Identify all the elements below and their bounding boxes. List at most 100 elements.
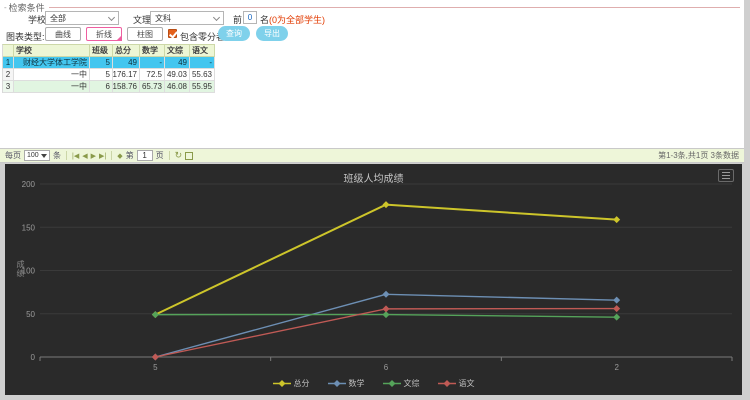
chart-panel: 050100150200562 班级人均成绩 成绩 总分数学文综语文	[5, 164, 742, 395]
y-axis-title: 成绩	[15, 260, 26, 278]
svg-text:50: 50	[26, 310, 35, 319]
svg-text:0: 0	[31, 353, 36, 362]
pager-separator	[169, 151, 170, 160]
cell-row-number: 1	[3, 57, 14, 69]
cell-total: 176.17	[113, 69, 140, 81]
query-button[interactable]: 查询	[218, 26, 250, 41]
data-point-数学[interactable]	[613, 297, 620, 304]
cell-math: 72.5	[140, 69, 165, 81]
top-n-hint: (0为全部学生)	[269, 15, 325, 25]
cell-total: 49	[113, 57, 140, 69]
school-select-value: 全部	[50, 13, 66, 24]
legend-marker-icon	[273, 379, 291, 388]
top-n-input[interactable]	[243, 11, 257, 24]
svg-text:6: 6	[384, 363, 389, 372]
cell-comprehensive: 49	[165, 57, 190, 69]
cell-row-number: 2	[3, 69, 14, 81]
select-arrow-icon	[41, 154, 47, 158]
legend-item-总分[interactable]: 总分	[273, 378, 310, 389]
page-suffix-label: 页	[156, 150, 164, 161]
data-point-语文[interactable]	[152, 354, 159, 361]
data-point-语文[interactable]	[383, 305, 390, 312]
data-point-总分[interactable]	[613, 216, 620, 223]
data-point-文综[interactable]	[152, 311, 159, 318]
header-row-number	[3, 45, 14, 57]
legend-label: 总分	[294, 378, 310, 389]
header-total[interactable]: 总分	[113, 45, 140, 57]
last-page-icon[interactable]: ▶|	[99, 152, 106, 160]
page-number-input[interactable]	[137, 150, 153, 161]
chart-type-curve-button[interactable]: 曲线	[45, 27, 81, 41]
chart-legend: 总分 数学 文综 语文	[5, 378, 742, 389]
cell-total: 158.76	[113, 81, 140, 93]
legend-marker-icon	[383, 379, 401, 388]
cell-chinese: -	[190, 57, 215, 69]
header-school[interactable]: 学校	[14, 45, 90, 57]
top-n-suffix-label: 名(0为全部学生)	[260, 13, 325, 26]
resize-icon[interactable]	[185, 152, 193, 160]
data-point-总分[interactable]	[383, 201, 390, 208]
school-select[interactable]: 全部	[45, 11, 119, 25]
table-row[interactable]: 3 一中 6 158.76 65.73 46.08 55.95	[3, 81, 215, 93]
first-page-icon[interactable]: |◀	[72, 152, 79, 160]
cell-math: 65.73	[140, 81, 165, 93]
table-header-row: 学校 班级 总分 数学 文综 语文	[3, 45, 215, 57]
legend-label: 语文	[459, 378, 475, 389]
legend-marker-icon	[438, 379, 456, 388]
data-point-语文[interactable]	[613, 305, 620, 312]
cell-row-number: 3	[3, 81, 14, 93]
per-page-value: 100	[27, 152, 39, 159]
data-point-文综[interactable]	[613, 314, 620, 321]
cell-chinese: 55.63	[190, 69, 215, 81]
chevron-down-icon	[108, 13, 115, 20]
chart-type-bar-button[interactable]: 柱图	[127, 27, 163, 41]
chart-canvas[interactable]: 050100150200562	[5, 164, 742, 395]
pager-summary: 第1-3条,共1页 3条数据	[658, 150, 739, 161]
chart-type-polyline-button[interactable]: 折线	[86, 27, 122, 41]
goto-page-icon[interactable]: ◆	[117, 152, 122, 160]
data-point-数学[interactable]	[383, 291, 390, 298]
search-panel: - 检索条件 学校: 全部 文理: 文科 前 名(0为全部学生) 图表类型: 曲…	[0, 0, 744, 163]
cell-school: 一中	[14, 69, 90, 81]
table-row[interactable]: 2 一中 5 176.17 72.5 49.03 55.63	[3, 69, 215, 81]
next-page-icon[interactable]: ▶	[91, 152, 96, 160]
cell-school: 财经大学体工学院	[14, 57, 90, 69]
top-n-prefix-label: 前	[233, 13, 242, 26]
include-zero-checkbox[interactable]	[168, 29, 177, 38]
cell-math: -	[140, 57, 165, 69]
header-math[interactable]: 数学	[140, 45, 165, 57]
legend-item-语文[interactable]: 语文	[438, 378, 475, 389]
table-row[interactable]: 1 财经大学体工学院 5 49 - 49 -	[3, 57, 215, 69]
legend-item-文综[interactable]: 文综	[383, 378, 420, 389]
top-n-suffix-text: 名	[260, 15, 269, 25]
refresh-icon[interactable]: ↻	[175, 150, 183, 161]
header-comprehensive[interactable]: 文综	[165, 45, 190, 57]
cell-class: 5	[90, 69, 113, 81]
svg-text:5: 5	[153, 363, 158, 372]
header-chinese[interactable]: 语文	[190, 45, 215, 57]
cell-school: 一中	[14, 81, 90, 93]
legend-label: 文综	[404, 378, 420, 389]
svg-text:2: 2	[614, 363, 619, 372]
svg-text:150: 150	[22, 223, 36, 232]
cell-class: 5	[90, 57, 113, 69]
hamburger-menu-icon[interactable]	[718, 169, 734, 182]
header-class[interactable]: 班级	[90, 45, 113, 57]
prev-page-icon[interactable]: ◀	[82, 152, 87, 160]
subject-select[interactable]: 文科	[150, 11, 224, 25]
per-page-select[interactable]: 100	[24, 150, 50, 161]
collapse-dash-icon[interactable]: -	[4, 3, 7, 12]
pager-separator	[111, 151, 112, 160]
panel-title: 检索条件	[9, 1, 45, 14]
page-prefix-label: 第	[126, 150, 134, 161]
cell-comprehensive: 49.03	[165, 69, 190, 81]
app-window: - 检索条件 学校: 全部 文理: 文科 前 名(0为全部学生) 图表类型: 曲…	[0, 0, 750, 400]
cell-comprehensive: 46.08	[165, 81, 190, 93]
per-page-label: 每页	[5, 150, 21, 161]
subject-select-value: 文科	[155, 13, 171, 24]
cell-chinese: 55.95	[190, 81, 215, 93]
panel-divider	[49, 7, 740, 8]
export-button[interactable]: 导出	[256, 26, 288, 41]
legend-item-数学[interactable]: 数学	[328, 378, 365, 389]
chevron-down-icon	[213, 13, 220, 20]
